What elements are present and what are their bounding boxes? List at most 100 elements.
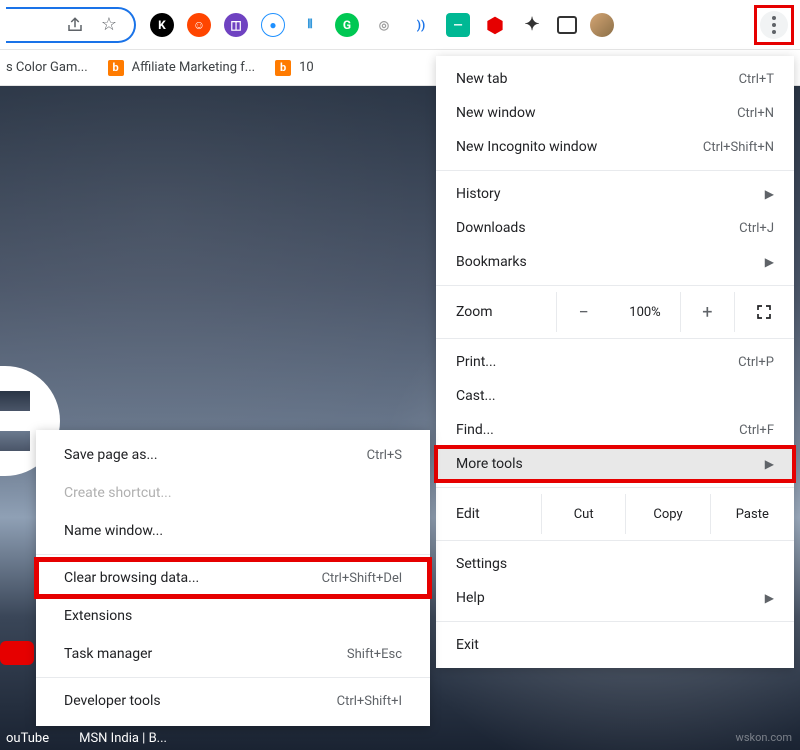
ext-icon[interactable]: — (446, 13, 470, 37)
menu-help[interactable]: Help ▶ (436, 581, 794, 615)
menu-shortcut: Ctrl+Shift+N (703, 140, 774, 155)
menu-new-tab[interactable]: New tab Ctrl+T (436, 62, 794, 96)
submenu-shortcut: Ctrl+Shift+I (337, 694, 402, 709)
menu-more-tools[interactable]: More tools ▶ (436, 447, 794, 481)
ext-icon[interactable]: K (150, 13, 174, 37)
menu-label: History (456, 186, 757, 202)
menu-exit[interactable]: Exit (436, 628, 794, 662)
star-icon[interactable]: ☆ (98, 14, 120, 36)
menu-separator (436, 285, 794, 286)
menu-label: New window (456, 105, 737, 121)
chevron-right-icon: ▶ (765, 255, 774, 269)
menu-new-incognito[interactable]: New Incognito window Ctrl+Shift+N (436, 130, 794, 164)
menu-shortcut: Ctrl+N (737, 106, 774, 121)
submenu-label: Name window... (64, 523, 402, 539)
menu-label: Settings (456, 556, 774, 572)
fullscreen-button[interactable] (734, 292, 794, 332)
browser-toolbar: ☆ K ☺ ◫ ● ⦀ G ◎ )) — ⬢ ✦ (0, 0, 800, 50)
extension-icons: K ☺ ◫ ● ⦀ G ◎ )) — ⬢ ✦ (150, 13, 740, 37)
submenu-save-page[interactable]: Save page as... Ctrl+S (36, 436, 430, 474)
menu-find[interactable]: Find... Ctrl+F (436, 413, 794, 447)
ext-icon[interactable]: ◫ (224, 13, 248, 37)
menu-label: Edit (436, 506, 541, 522)
menu-label: New Incognito window (456, 139, 703, 155)
shortcut-label[interactable]: ouTube (6, 731, 49, 746)
shortcut-label[interactable]: MSN India | B... (79, 731, 167, 746)
menu-label: Downloads (456, 220, 739, 236)
extensions-icon[interactable]: ✦ (520, 13, 544, 37)
submenu-shortcut: Shift+Esc (347, 647, 402, 662)
copy-button[interactable]: Copy (625, 494, 709, 534)
menu-separator (436, 621, 794, 622)
watermark: wskon.com (736, 731, 792, 744)
bottom-shortcuts: ouTube MSN India | B... (0, 731, 167, 746)
ext-icon[interactable]: ☺ (187, 13, 211, 37)
menu-settings[interactable]: Settings (436, 547, 794, 581)
bookmark-item[interactable]: b Affiliate Marketing f... (108, 60, 255, 76)
bookmark-item[interactable]: b 10 (275, 60, 314, 76)
submenu-shortcut: Ctrl+Shift+Del (322, 571, 402, 586)
menu-separator (436, 170, 794, 171)
bookmark-item[interactable]: s Color Gam... (6, 60, 88, 75)
menu-shortcut: Ctrl+F (739, 423, 774, 438)
cut-button[interactable]: Cut (541, 494, 625, 534)
submenu-label: Developer tools (64, 693, 337, 709)
chevron-right-icon: ▶ (765, 457, 774, 471)
menu-shortcut: Ctrl+P (738, 355, 774, 370)
bookmark-label: 10 (299, 60, 314, 75)
paste-button[interactable]: Paste (710, 494, 794, 534)
submenu-label: Extensions (64, 608, 402, 624)
menu-separator (436, 487, 794, 488)
bookmark-favicon: b (275, 60, 291, 76)
address-bar-end[interactable]: ☆ (6, 7, 136, 43)
ext-icon[interactable]: ● (261, 13, 285, 37)
menu-bookmarks[interactable]: Bookmarks ▶ (436, 245, 794, 279)
menu-label: Print... (456, 354, 738, 370)
menu-edit-row: Edit Cut Copy Paste (436, 494, 794, 534)
menu-new-window[interactable]: New window Ctrl+N (436, 96, 794, 130)
submenu-task-manager[interactable]: Task manager Shift+Esc (36, 635, 430, 673)
submenu-label: Save page as... (64, 447, 367, 463)
chevron-right-icon: ▶ (765, 591, 774, 605)
menu-downloads[interactable]: Downloads Ctrl+J (436, 211, 794, 245)
submenu-shortcut: Ctrl+S (367, 448, 402, 463)
menu-label: Zoom (436, 304, 556, 320)
menu-label: More tools (456, 456, 757, 472)
zoom-in-button[interactable]: + (680, 292, 734, 332)
submenu-name-window[interactable]: Name window... (36, 512, 430, 550)
menu-label: Help (456, 590, 757, 606)
menu-shortcut: Ctrl+T (739, 72, 774, 87)
profile-avatar[interactable] (590, 13, 614, 37)
submenu-clear-browsing-data[interactable]: Clear browsing data... Ctrl+Shift+Del (36, 559, 430, 597)
side-panel-icon[interactable] (557, 16, 577, 34)
submenu-developer-tools[interactable]: Developer tools Ctrl+Shift+I (36, 682, 430, 720)
chrome-menu: New tab Ctrl+T New window Ctrl+N New Inc… (436, 56, 794, 668)
menu-label: Bookmarks (456, 254, 757, 270)
submenu-label: Task manager (64, 646, 347, 662)
submenu-extensions[interactable]: Extensions (36, 597, 430, 635)
submenu-create-shortcut: Create shortcut... (36, 474, 430, 512)
submenu-label: Clear browsing data... (64, 570, 322, 586)
menu-label: Find... (456, 422, 739, 438)
ext-icon[interactable]: ⦀ (298, 13, 322, 37)
zoom-value: 100% (610, 305, 679, 320)
chrome-menu-button-highlight (754, 5, 794, 45)
chrome-menu-button[interactable] (760, 11, 788, 39)
ext-icon[interactable]: ⬢ (483, 13, 507, 37)
menu-label: New tab (456, 71, 739, 87)
submenu-label: Create shortcut... (64, 485, 402, 501)
zoom-out-button[interactable]: − (556, 292, 610, 332)
ext-icon[interactable]: )) (409, 13, 433, 37)
submenu-separator (36, 677, 430, 678)
menu-zoom-row: Zoom − 100% + (436, 292, 794, 332)
menu-label: Cast... (456, 388, 774, 404)
share-icon[interactable] (64, 14, 86, 36)
youtube-icon[interactable] (0, 641, 34, 665)
menu-separator (436, 338, 794, 339)
menu-history[interactable]: History ▶ (436, 177, 794, 211)
ext-icon[interactable]: ◎ (372, 13, 396, 37)
ext-icon[interactable]: G (335, 13, 359, 37)
more-tools-submenu: Save page as... Ctrl+S Create shortcut..… (36, 430, 430, 726)
menu-cast[interactable]: Cast... (436, 379, 794, 413)
menu-print[interactable]: Print... Ctrl+P (436, 345, 794, 379)
